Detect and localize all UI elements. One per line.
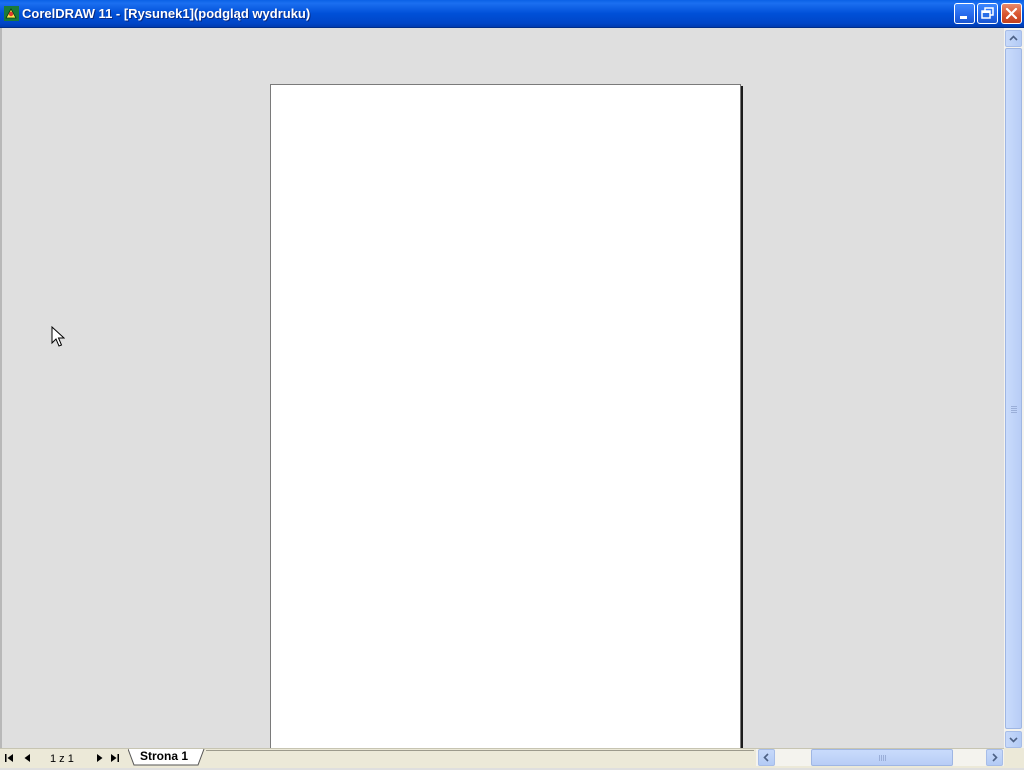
scroll-left-button[interactable] (758, 749, 775, 766)
minimize-button[interactable] (954, 3, 975, 24)
mouse-pointer-icon (51, 326, 65, 347)
grip-icon (879, 755, 886, 761)
next-page-icon[interactable] (93, 752, 107, 764)
scroll-up-button[interactable] (1005, 30, 1022, 47)
minimize-icon (960, 16, 967, 19)
chevron-down-icon (1009, 737, 1018, 743)
print-preview-page[interactable] (270, 84, 741, 749)
horizontal-scrollbar[interactable] (756, 749, 1004, 766)
chevron-right-icon (992, 753, 998, 762)
grip-icon (1011, 406, 1017, 413)
title-bar[interactable]: CorelDRAW 11 - [Rysunek1](podgląd wydruk… (0, 0, 1024, 28)
restore-icon (981, 7, 994, 19)
window-title: CorelDRAW 11 - [Rysunek1](podgląd wydruk… (22, 6, 311, 21)
vertical-scroll-thumb[interactable] (1005, 48, 1022, 729)
restore-button[interactable] (977, 3, 998, 24)
chevron-left-icon (763, 753, 769, 762)
vertical-scrollbar[interactable] (1004, 28, 1024, 748)
horizontal-scroll-thumb[interactable] (811, 749, 953, 766)
page-counter: 1 z 1 (50, 753, 74, 765)
coreldraw-balloon-icon (4, 6, 19, 21)
scroll-right-button[interactable] (986, 749, 1003, 766)
tab-label: Strona 1 (140, 749, 189, 763)
preview-workspace[interactable] (0, 28, 1004, 749)
close-icon (1005, 7, 1018, 20)
previous-page-icon[interactable] (20, 752, 34, 764)
first-page-icon[interactable] (3, 752, 17, 764)
scroll-down-button[interactable] (1005, 731, 1022, 748)
last-page-icon[interactable] (108, 752, 122, 764)
chevron-up-icon (1009, 35, 1018, 41)
close-button[interactable] (1001, 3, 1022, 24)
tab-area-divider (206, 750, 754, 751)
scrollbar-corner (1004, 748, 1024, 768)
tab-strona-1[interactable]: Strona 1 (128, 748, 206, 767)
